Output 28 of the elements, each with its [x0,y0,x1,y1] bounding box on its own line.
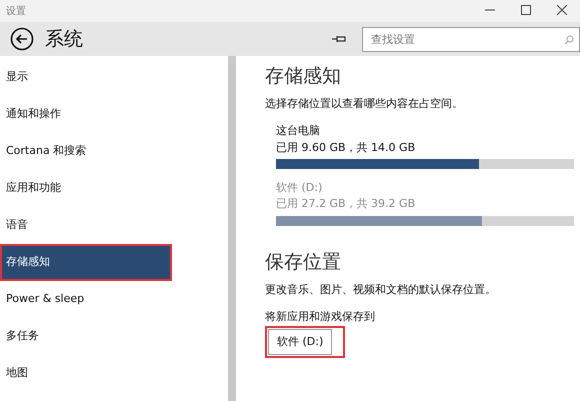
setting-label: 将新应用和游戏保存到 [265,309,376,325]
sidebar-item[interactable]: 语音 [0,206,228,244]
sidebar-item[interactable]: 存储感知 [0,244,172,281]
description-text: 选择存储位置以查看哪些内容在占空间。 [265,96,464,112]
sidebar-item[interactable]: Power & sleep [0,280,228,318]
sidebar-item[interactable]: 地图 [0,354,228,392]
sidebar-item[interactable]: 显示 [0,58,228,96]
window-title: 设置 [5,4,27,18]
search-icon [564,34,574,44]
section-heading: 存储感知 [265,64,342,88]
page-title: 系统 [45,26,83,52]
sidebar-item[interactable]: Cortana 和搜索 [0,132,228,170]
back-icon[interactable] [10,27,34,51]
maximize-icon[interactable] [521,5,531,16]
sidebar-item[interactable]: 多任务 [0,318,228,355]
sidebar-item[interactable]: 应用和功能 [0,170,228,207]
scrollbar[interactable] [228,56,236,401]
usage-text: 已用 27.2 GB，共 39.2 GB [276,196,416,212]
search-field[interactable]: 查找设置 [362,26,580,52]
sidebar-item[interactable]: 通知和操作 [0,96,228,133]
section-heading: 保存位置 [265,250,342,274]
drive-name[interactable]: 这台电脑 [276,123,580,140]
drive-dropdown[interactable]: 软件 (D:) [268,328,332,355]
description-text: 更改音乐、图片、视频和文档的默认保存位置。 [265,282,497,298]
pin-icon[interactable] [331,34,347,44]
drive-name[interactable]: 软件 (D:) [276,180,580,196]
usage-text: 已用 9.60 GB，共 14.0 GB [276,140,416,156]
close-icon[interactable] [557,5,567,16]
